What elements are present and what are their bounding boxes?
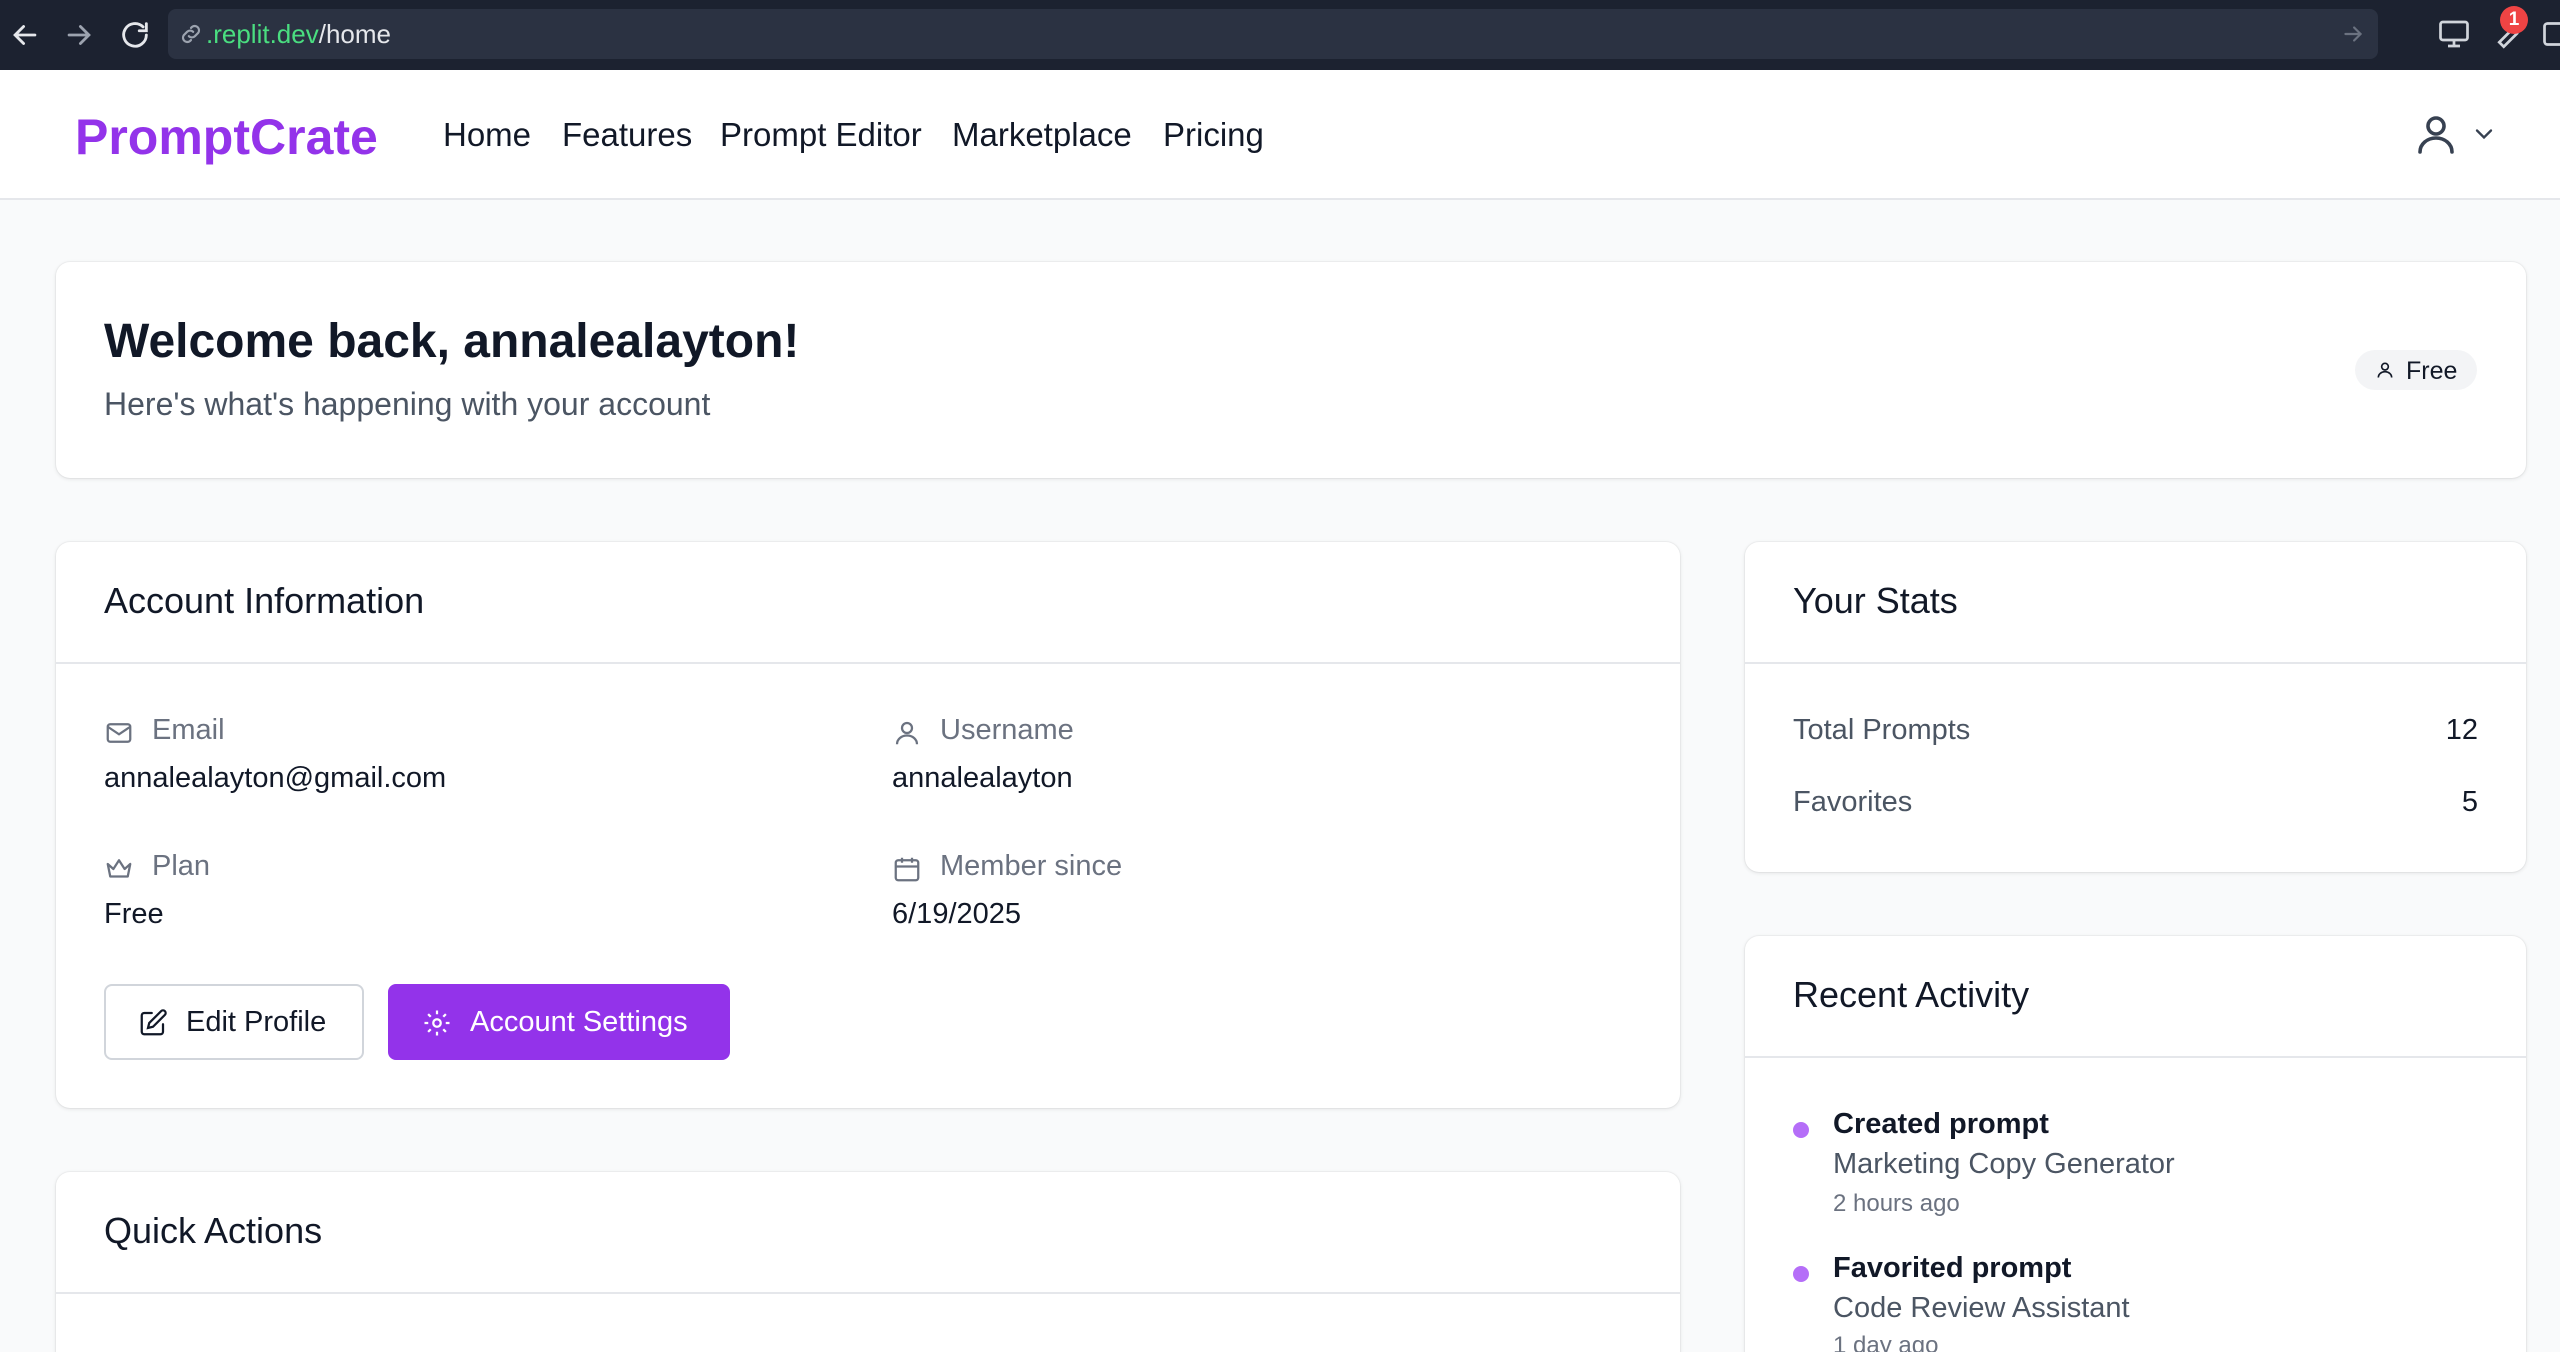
notification-badge: 1 <box>2500 6 2528 34</box>
email-value: annalealayton@gmail.com <box>104 762 447 794</box>
browser-toolbar: .replit.dev/home 1 <box>0 0 2560 70</box>
user-icon <box>895 721 919 745</box>
activity-time: 1 day ago <box>1833 1332 1939 1352</box>
stat-label-favorites: Favorites <box>1793 786 1913 818</box>
arrow-right-icon[interactable] <box>2340 21 2366 47</box>
welcome-subtitle: Here's what's happening with your accoun… <box>104 386 711 422</box>
activity-action: Favorited prompt <box>1833 1252 2072 1284</box>
plan-badge: Free <box>2355 350 2477 390</box>
welcome-title: Welcome back, annalealayton! <box>104 315 800 368</box>
activity-dot <box>1793 1122 1809 1138</box>
quick-actions-title: Quick Actions <box>104 1210 323 1251</box>
recent-activity-card: Recent Activity Created prompt Marketing… <box>1745 936 2526 1352</box>
calendar-icon <box>894 857 920 882</box>
stat-value-total-prompts: 12 <box>2445 714 2478 746</box>
back-icon[interactable] <box>8 18 42 52</box>
activity-card-header: Recent Activity <box>1745 936 2526 1058</box>
stats-card-header: Your Stats <box>1745 542 2526 664</box>
crown-icon <box>106 859 132 878</box>
brand-logo[interactable]: PromptCrate <box>75 108 378 166</box>
stats-card-title: Your Stats <box>1793 580 1958 621</box>
nav-prompt-editor[interactable]: Prompt Editor <box>720 116 922 154</box>
account-info-card: Account Information Email annalealayton@… <box>56 542 1680 1108</box>
new-window-icon[interactable] <box>2540 16 2560 52</box>
stat-label-total-prompts: Total Prompts <box>1793 714 1971 746</box>
activity-card-title: Recent Activity <box>1793 974 2030 1015</box>
account-settings-button[interactable]: Account Settings <box>388 984 730 1060</box>
user-icon <box>2377 362 2393 378</box>
activity-target[interactable]: Code Review Assistant <box>1833 1292 2130 1325</box>
url-text: .replit.dev/home <box>206 19 391 49</box>
activity-target[interactable]: Marketing Copy Generator <box>1833 1148 2175 1181</box>
nav-pricing[interactable]: Pricing <box>1163 116 1264 154</box>
nav-features[interactable]: Features <box>562 116 692 154</box>
edit-icon <box>140 1009 167 1036</box>
monitor-icon[interactable] <box>2436 16 2472 52</box>
member-since-label-row: Member since <box>892 850 1592 886</box>
member-since-value: 6/19/2025 <box>892 898 1022 930</box>
stats-card: Your Stats Total Prompts 12 Favorites 5 <box>1745 542 2526 872</box>
plan-label: Plan <box>152 850 211 882</box>
edit-profile-button[interactable]: Edit Profile <box>104 984 364 1060</box>
account-card-header: Account Information <box>56 542 1680 664</box>
activity-dot <box>1793 1266 1809 1282</box>
forward-icon[interactable] <box>62 18 96 52</box>
site-header: PromptCrate Home Features Prompt Editor … <box>0 70 2560 200</box>
edit-profile-label: Edit Profile <box>186 1006 327 1038</box>
account-card-title: Account Information <box>104 580 425 621</box>
account-settings-label: Account Settings <box>470 1006 688 1038</box>
username-label: Username <box>940 714 1074 746</box>
welcome-card: Welcome back, annalealayton! Here's what… <box>56 262 2526 478</box>
activity-time: 2 hours ago <box>1833 1190 1960 1217</box>
email-label-row: Email <box>104 714 804 750</box>
user-menu-icon[interactable] <box>2412 110 2460 158</box>
plan-value: Free <box>104 898 164 930</box>
address-bar[interactable]: .replit.dev/home <box>168 9 2378 59</box>
nav-marketplace[interactable]: Marketplace <box>952 116 1132 154</box>
nav-home[interactable]: Home <box>443 116 531 154</box>
quick-actions-header: Quick Actions <box>56 1172 1680 1294</box>
plan-badge-label: Free <box>2406 357 2458 385</box>
stat-value-favorites: 5 <box>2461 786 2478 818</box>
username-value: annalealayton <box>892 762 1073 794</box>
member-since-label: Member since <box>940 850 1123 882</box>
gear-icon <box>424 1010 450 1036</box>
quick-actions-card: Quick Actions <box>56 1172 1680 1352</box>
activity-action: Created prompt <box>1833 1108 2049 1140</box>
email-label: Email <box>152 714 225 746</box>
reload-icon[interactable] <box>118 18 152 52</box>
username-label-row: Username <box>892 714 1592 750</box>
chevron-down-icon[interactable] <box>2470 120 2498 148</box>
mail-icon <box>106 723 132 743</box>
plan-label-row: Plan <box>104 850 804 886</box>
link-icon <box>181 24 201 44</box>
